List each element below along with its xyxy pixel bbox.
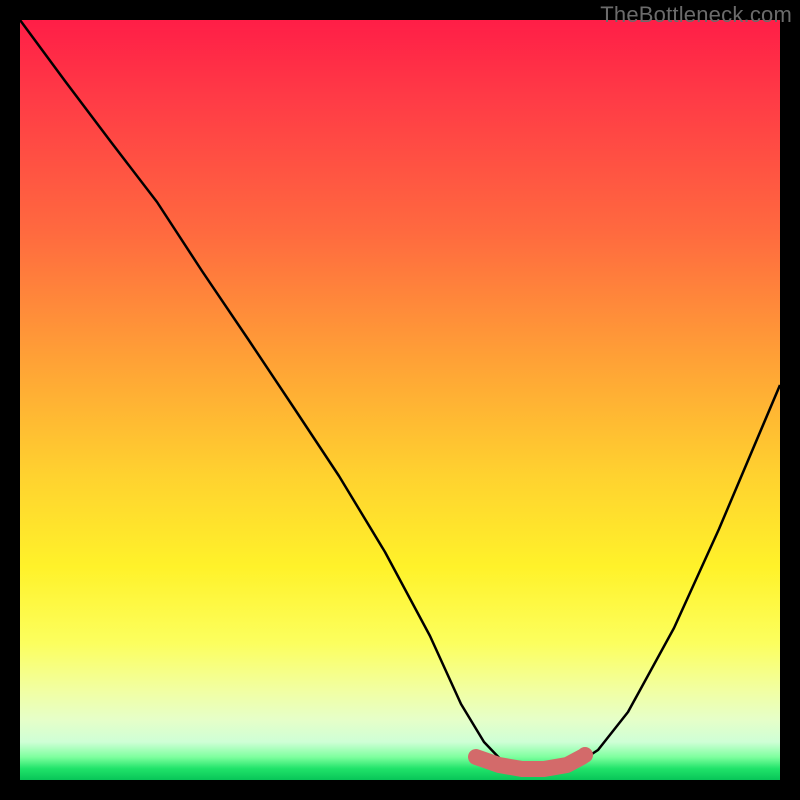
plot-area [20, 20, 780, 780]
flat-marker [476, 757, 582, 769]
chart-svg [20, 20, 780, 780]
watermark-text: TheBottleneck.com [600, 2, 792, 28]
chart-frame: TheBottleneck.com [0, 0, 800, 800]
bottleneck-curve [20, 20, 780, 772]
flat-marker-end-dot [577, 747, 593, 763]
